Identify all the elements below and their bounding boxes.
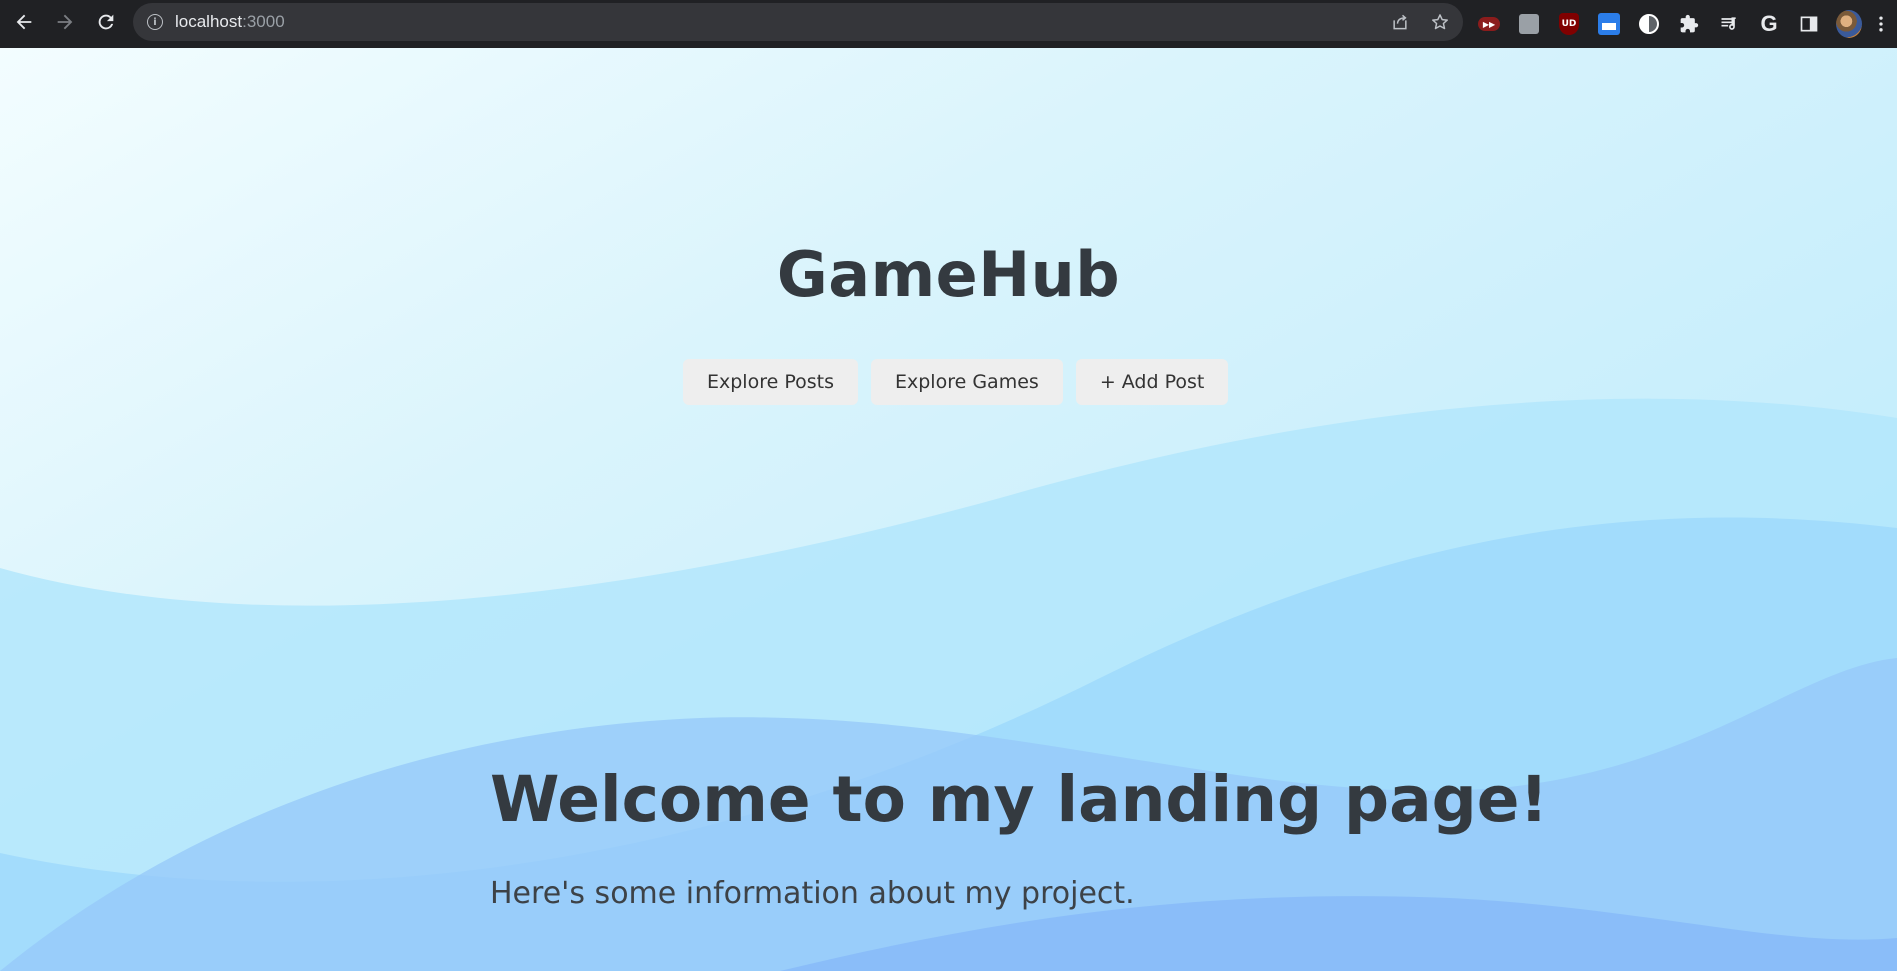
url-host: localhost xyxy=(175,12,243,31)
gray-extension-icon[interactable] xyxy=(1516,11,1542,37)
arrow-right-icon xyxy=(57,14,73,30)
url-port: :3000 xyxy=(242,12,285,31)
landing-page: GameHub Explore Posts Explore Games + Ad… xyxy=(0,48,1897,971)
forward-button[interactable] xyxy=(45,2,85,42)
main-nav: Explore Posts Explore Games + Add Post xyxy=(683,359,1229,405)
site-title: GameHub xyxy=(776,238,1121,311)
red-extension-icon[interactable]: ▶▶ xyxy=(1476,11,1502,37)
explore-posts-button[interactable]: Explore Posts xyxy=(683,359,858,405)
reload-icon xyxy=(98,14,114,30)
puzzle-extensions-icon[interactable] xyxy=(1676,11,1702,37)
address-bar[interactable]: i localhost:3000 xyxy=(133,3,1463,41)
add-post-button[interactable]: + Add Post xyxy=(1075,359,1229,405)
hero-subtitle: Here's some information about my project… xyxy=(490,876,1135,911)
ublock-icon[interactable]: UD xyxy=(1556,11,1582,37)
side-panel-icon[interactable] xyxy=(1796,11,1822,37)
url-text[interactable]: localhost:3000 xyxy=(175,12,285,32)
info-icon[interactable]: i xyxy=(147,14,163,30)
half-circle-extension-icon[interactable] xyxy=(1636,11,1662,37)
blue-window-extension-icon[interactable] xyxy=(1596,11,1622,37)
menu-kebab-icon[interactable] xyxy=(1876,11,1886,37)
star-icon[interactable] xyxy=(1427,9,1453,35)
extensions-bar: ▶▶ UD G xyxy=(1476,0,1886,48)
profile-avatar[interactable] xyxy=(1836,10,1862,38)
back-button[interactable] xyxy=(4,2,44,42)
media-queue-icon[interactable] xyxy=(1716,11,1742,37)
reload-button[interactable] xyxy=(86,2,126,42)
share-icon[interactable] xyxy=(1387,9,1413,35)
explore-games-button[interactable]: Explore Games xyxy=(871,359,1063,405)
hero-title: Welcome to my landing page! xyxy=(490,763,1549,836)
browser-toolbar: i localhost:3000 ▶▶ UD G xyxy=(0,0,1897,48)
google-icon[interactable]: G xyxy=(1756,11,1782,37)
arrow-left-icon xyxy=(16,14,32,30)
